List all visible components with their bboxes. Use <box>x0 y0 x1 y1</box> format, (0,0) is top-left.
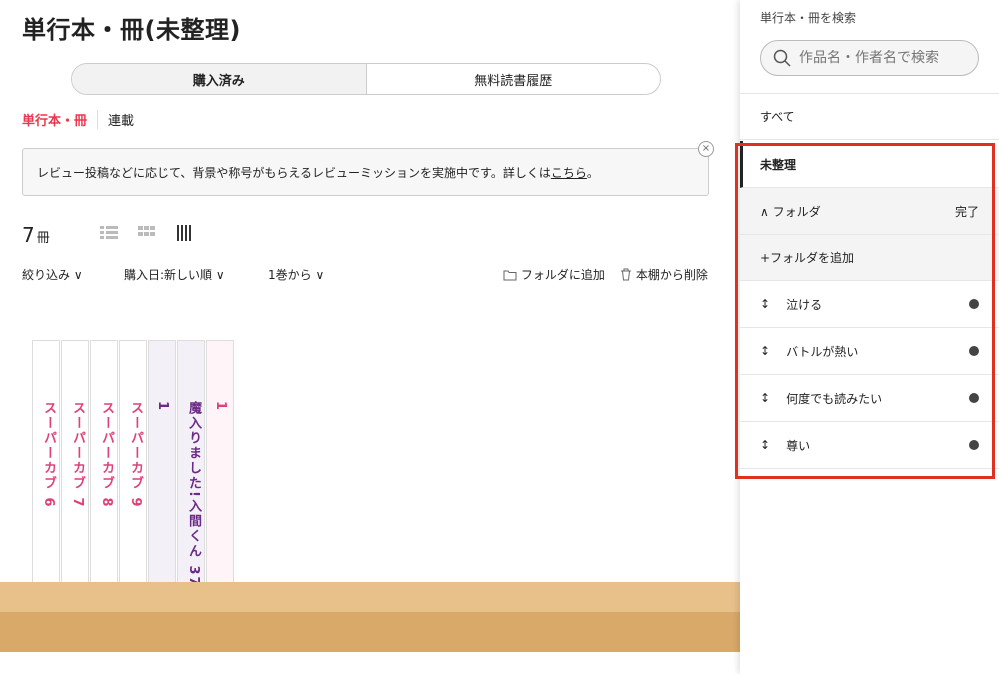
remove-label: 本棚から削除 <box>635 268 708 282</box>
sidebar-item-all[interactable]: すべて <box>740 93 999 140</box>
shelf-view-icon[interactable] <box>176 225 194 241</box>
drag-handle-icon[interactable]: ↕ <box>760 438 770 452</box>
book-spine[interactable]: スーパーカブ 7 <box>61 340 89 612</box>
folder-header-label: ∧ フォルダ <box>760 204 821 219</box>
main-content: 単行本・冊(未整理) 購入済み 無料読書履歴 単行本・冊 連載 レビュー投稿など… <box>0 0 740 674</box>
search-input[interactable] <box>799 50 969 66</box>
drag-handle-icon[interactable]: ↕ <box>760 297 770 311</box>
tab-free-history[interactable]: 無料読書履歴 <box>367 64 661 94</box>
bookshelf: スーパーカブ 6 スーパーカブ 7 スーパーカブ 8 スーパーカブ 9 魔入りま… <box>0 295 740 674</box>
list-view-icon[interactable] <box>100 225 118 241</box>
filter-dropdown[interactable]: 絞り込み ∨ <box>22 266 83 283</box>
search-label: 単行本・冊を検索 <box>760 11 857 25</box>
all-label: すべて <box>760 110 795 124</box>
sidebar: 単行本・冊を検索 すべて 未整理 ∧ フォルダ 完了 +フォルダを追加 ↕ 泣け… <box>740 0 999 674</box>
folder-item[interactable]: ↕ 何度でも読みたい <box>740 375 999 422</box>
notice-text: レビュー投稿などに応じて、背景や称号がもらえるレビューミッションを実施中です。詳… <box>37 165 551 180</box>
unsorted-label: 未整理 <box>760 157 797 172</box>
close-icon[interactable]: × <box>698 141 714 157</box>
folder-icon <box>503 270 517 281</box>
trash-icon <box>621 268 631 281</box>
book-title: その着せ替え人形は恋をする 1 <box>213 401 234 596</box>
purchase-segment: 購入済み 無料読書履歴 <box>71 63 661 95</box>
count-unit: 冊 <box>36 231 50 246</box>
shelf-plank-front <box>0 612 740 652</box>
folder-name: 何度でも読みたい <box>786 391 883 406</box>
add-folder-label: フォルダに追加 <box>520 268 605 282</box>
folder-item[interactable]: ↕ 泣ける <box>740 281 999 328</box>
book-title: 魔入りました!入間くん 37 <box>186 401 201 588</box>
book-title: スーパーカブ 9 <box>128 401 143 509</box>
book-spine[interactable]: 魔入りました!入間くん 37 <box>177 340 205 612</box>
drag-handle-icon[interactable]: ↕ <box>760 344 770 358</box>
page-title: 単行本・冊(未整理) <box>22 16 241 44</box>
notice-tail: 。 <box>586 165 599 180</box>
search-box[interactable] <box>760 40 979 76</box>
count-number: 7 <box>22 223 35 247</box>
add-folder-button[interactable]: +フォルダを追加 <box>740 235 999 281</box>
book-title: スーパーカブ 8 <box>99 401 114 509</box>
book-title: 魔入りました!入間くん 外伝 1 <box>155 401 176 596</box>
book-spine[interactable]: スーパーカブ 6 <box>32 340 60 612</box>
book-spine[interactable]: その着せ替え人形は恋をする 1 <box>206 340 234 612</box>
book-spine[interactable]: スーパーカブ 8 <box>90 340 118 612</box>
folder-header[interactable]: ∧ フォルダ 完了 <box>740 188 999 235</box>
folder-name: 泣ける <box>786 297 823 312</box>
review-notice: レビュー投稿などに応じて、背景や称号がもらえるレビューミッションを実施中です。詳… <box>22 141 714 196</box>
add-folder-sidebar-label: +フォルダを追加 <box>760 251 855 265</box>
delete-folder-icon[interactable] <box>969 393 979 403</box>
done-button[interactable]: 完了 <box>955 203 979 220</box>
folder-name: 尊い <box>786 438 811 453</box>
folder-item[interactable]: ↕ バトルが熱い <box>740 328 999 375</box>
sidebar-item-unsorted[interactable]: 未整理 <box>740 141 999 188</box>
remove-action[interactable]: 本棚から削除 <box>620 266 708 283</box>
book-title: スーパーカブ 7 <box>70 401 85 509</box>
add-folder-action[interactable]: フォルダに追加 <box>503 266 605 283</box>
sort-dropdown[interactable]: 購入日:新しい順 ∨ <box>124 266 225 283</box>
book-title: スーパーカブ 6 <box>41 401 56 509</box>
drag-handle-icon[interactable]: ↕ <box>760 391 770 405</box>
subtabs: 単行本・冊 連載 <box>22 110 134 129</box>
tab-purchased[interactable]: 購入済み <box>72 64 367 94</box>
view-switcher <box>100 225 194 241</box>
delete-folder-icon[interactable] <box>969 346 979 356</box>
notice-link[interactable]: こちら <box>551 164 587 181</box>
search-icon <box>773 49 791 67</box>
volume-count: 7冊 <box>22 223 50 247</box>
order-dropdown[interactable]: 1巻から ∨ <box>268 266 324 283</box>
book-row: スーパーカブ 6 スーパーカブ 7 スーパーカブ 8 スーパーカブ 9 魔入りま… <box>32 340 234 612</box>
subtab-volumes[interactable]: 単行本・冊 <box>22 110 99 129</box>
book-spine[interactable]: スーパーカブ 9 <box>119 340 147 612</box>
delete-folder-icon[interactable] <box>969 440 979 450</box>
subtab-serial[interactable]: 連載 <box>98 110 134 129</box>
shelf-plank-top <box>0 582 740 612</box>
book-spine[interactable]: 魔入りました!入間くん 外伝 1 <box>148 340 176 612</box>
folder-name: バトルが熱い <box>786 344 859 359</box>
grid-view-icon[interactable] <box>138 225 156 241</box>
delete-folder-icon[interactable] <box>969 299 979 309</box>
folder-item[interactable]: ↕ 尊い <box>740 422 999 469</box>
